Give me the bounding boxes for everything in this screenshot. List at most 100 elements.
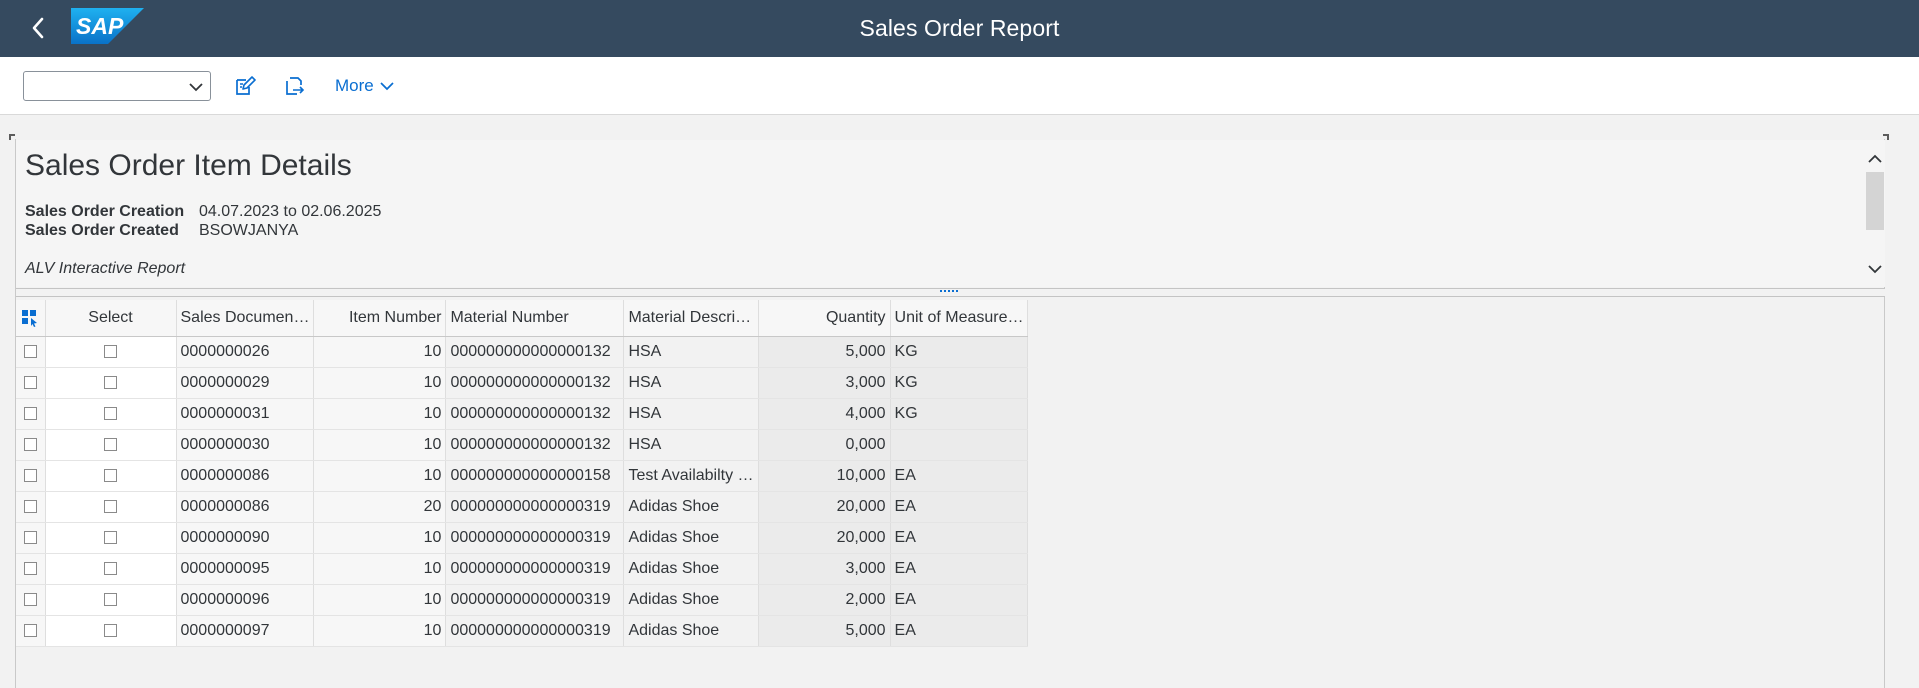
material-number-cell[interactable]: 000000000000000132	[445, 398, 625, 430]
table-row[interactable]: 0000000029 10 000000000000000132 HSA 3,000 KG	[16, 367, 1029, 399]
select-cell[interactable]	[45, 460, 177, 492]
column-header[interactable]: Material Number	[445, 300, 625, 337]
sales-document-cell[interactable]: 0000000090	[176, 522, 315, 554]
item-number-cell[interactable]: 10	[313, 553, 447, 585]
unit-of-measure-cell[interactable]: KG	[890, 336, 1029, 368]
column-header[interactable]: Unit of Measure…	[890, 300, 1029, 337]
table-row[interactable]: 0000000026 10 000000000000000132 HSA 5,000 KG	[16, 336, 1029, 368]
material-number-cell[interactable]: 000000000000000319	[445, 522, 625, 554]
select-cell[interactable]	[45, 491, 177, 523]
row-selector[interactable]	[16, 491, 46, 523]
unit-of-measure-cell[interactable]: EA	[890, 522, 1029, 554]
item-number-cell[interactable]: 10	[313, 584, 447, 616]
select-checkbox[interactable]	[104, 623, 117, 637]
unit-of-measure-cell[interactable]: EA	[890, 460, 1029, 492]
row-selector[interactable]	[16, 522, 46, 554]
select-checkbox[interactable]	[104, 499, 117, 513]
row-selector[interactable]	[16, 429, 46, 461]
row-selector-checkbox[interactable]	[23, 623, 37, 637]
column-header[interactable]: Item Number	[313, 300, 447, 337]
scroll-thumb[interactable]	[1866, 172, 1884, 230]
material-number-cell[interactable]: 000000000000000319	[445, 491, 625, 523]
row-selector-checkbox[interactable]	[23, 406, 37, 420]
row-selector[interactable]	[16, 553, 46, 585]
row-selector-checkbox[interactable]	[23, 437, 37, 451]
select-checkbox[interactable]	[104, 375, 117, 389]
select-cell[interactable]	[45, 398, 177, 430]
sales-document-cell[interactable]: 0000000086	[176, 491, 315, 523]
select-checkbox[interactable]	[104, 561, 117, 575]
material-description-cell[interactable]: Adidas Shoe	[623, 522, 759, 554]
material-description-cell[interactable]: HSA	[623, 398, 759, 430]
row-selector[interactable]	[16, 584, 46, 616]
back-button[interactable]	[22, 12, 54, 44]
unit-of-measure-cell[interactable]: EA	[890, 615, 1029, 647]
quantity-cell[interactable]: 3,000	[758, 367, 891, 399]
more-menu-button[interactable]: More	[335, 76, 394, 96]
item-number-cell[interactable]: 10	[313, 460, 447, 492]
row-selector-checkbox[interactable]	[23, 592, 37, 606]
row-selector[interactable]	[16, 336, 46, 368]
pane-splitter[interactable]	[16, 288, 1885, 297]
item-number-cell[interactable]: 20	[313, 491, 447, 523]
material-description-cell[interactable]: Adidas Shoe	[623, 491, 759, 523]
table-row[interactable]: 0000000097 10 000000000000000319 Adidas Sho…	[16, 615, 1029, 647]
item-number-cell[interactable]: 10	[313, 615, 447, 647]
sales-document-cell[interactable]: 0000000030	[176, 429, 315, 461]
table-row[interactable]: 0000000096 10 000000000000000319 Adidas Sho…	[16, 584, 1029, 616]
column-header[interactable]: Quantity	[758, 300, 891, 337]
quantity-cell[interactable]: 2,000	[758, 584, 891, 616]
column-header[interactable]: Sales Documen…	[176, 300, 315, 337]
variant-select[interactable]	[23, 71, 211, 101]
select-cell[interactable]	[45, 615, 177, 647]
row-selector-checkbox[interactable]	[23, 499, 37, 513]
sales-document-cell[interactable]: 0000000097	[176, 615, 315, 647]
table-row[interactable]: 0000000031 10 000000000000000132 HSA 4,000 KG	[16, 398, 1029, 430]
sales-document-cell[interactable]: 0000000096	[176, 584, 315, 616]
select-checkbox[interactable]	[104, 592, 117, 606]
sales-document-cell[interactable]: 0000000031	[176, 398, 315, 430]
select-cell[interactable]	[45, 429, 177, 461]
material-number-cell[interactable]: 000000000000000132	[445, 367, 625, 399]
item-number-cell[interactable]: 10	[313, 429, 447, 461]
row-selector-checkbox[interactable]	[23, 344, 37, 358]
unit-of-measure-cell[interactable]: EA	[890, 491, 1029, 523]
select-checkbox[interactable]	[104, 468, 117, 482]
row-selector[interactable]	[16, 460, 46, 492]
edit-button[interactable]	[231, 73, 259, 99]
material-description-cell[interactable]: Adidas Shoe	[623, 553, 759, 585]
material-number-cell[interactable]: 000000000000000158	[445, 460, 625, 492]
row-selector[interactable]	[16, 367, 46, 399]
item-number-cell[interactable]: 10	[313, 522, 447, 554]
material-number-cell[interactable]: 000000000000000319	[445, 584, 625, 616]
material-number-cell[interactable]: 000000000000000132	[445, 336, 625, 368]
item-number-cell[interactable]: 10	[313, 336, 447, 368]
row-selector-checkbox[interactable]	[23, 375, 37, 389]
sales-document-cell[interactable]: 0000000086	[176, 460, 315, 492]
unit-of-measure-cell[interactable]: EA	[890, 584, 1029, 616]
material-number-cell[interactable]: 000000000000000132	[445, 429, 625, 461]
material-number-cell[interactable]: 000000000000000319	[445, 553, 625, 585]
table-row[interactable]: 0000000095 10 000000000000000319 Adidas Sho…	[16, 553, 1029, 585]
material-description-cell[interactable]: Adidas Shoe	[623, 615, 759, 647]
material-description-cell[interactable]: HSA	[623, 367, 759, 399]
row-selector[interactable]	[16, 615, 46, 647]
column-header[interactable]: Material Descri…	[623, 300, 759, 337]
select-checkbox[interactable]	[104, 406, 117, 420]
table-row[interactable]: 0000000086 10 000000000000000158 Test Avail…	[16, 460, 1029, 492]
material-description-cell[interactable]: Adidas Shoe	[623, 584, 759, 616]
material-description-cell[interactable]: Test Availabilty …	[623, 460, 759, 492]
select-checkbox[interactable]	[104, 530, 117, 544]
item-number-cell[interactable]: 10	[313, 398, 447, 430]
sales-document-cell[interactable]: 0000000095	[176, 553, 315, 585]
item-number-cell[interactable]: 10	[313, 367, 447, 399]
quantity-cell[interactable]: 20,000	[758, 491, 891, 523]
quantity-cell[interactable]: 10,000	[758, 460, 891, 492]
select-checkbox[interactable]	[104, 344, 117, 358]
column-header[interactable]: Select	[45, 300, 177, 337]
export-button[interactable]	[280, 73, 308, 99]
select-cell[interactable]	[45, 584, 177, 616]
row-selector-checkbox[interactable]	[23, 561, 37, 575]
quantity-cell[interactable]: 5,000	[758, 615, 891, 647]
row-selector-checkbox[interactable]	[23, 468, 37, 482]
